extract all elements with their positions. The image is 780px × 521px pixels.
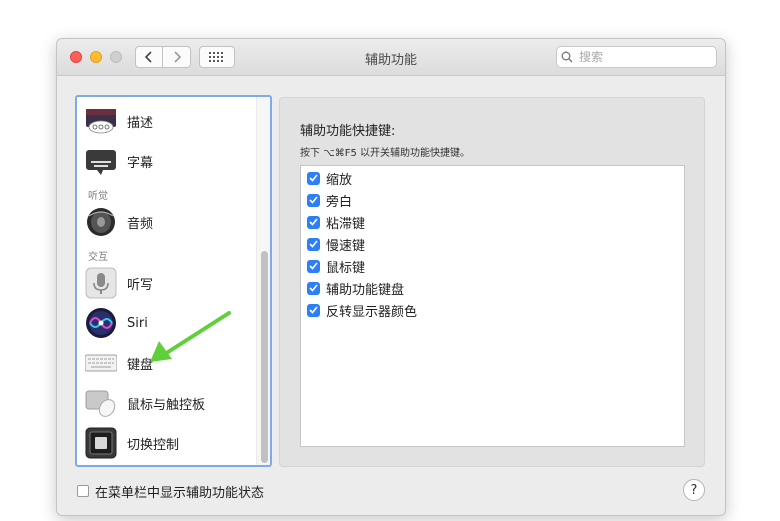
help-button[interactable]: ? (683, 479, 705, 501)
checkbox-checked[interactable] (307, 193, 320, 207)
shortcut-heading: 辅助功能快捷键: (300, 124, 396, 139)
sidebar-scrollbar[interactable] (256, 97, 270, 465)
sidebar-item-label: 字幕 (127, 155, 154, 171)
sidebar-item-label: 鼠标与触控板 (127, 397, 206, 413)
descriptions-icon (85, 105, 117, 137)
shortcut-zoom[interactable]: 缩放 (307, 169, 353, 188)
sidebar-item-captions[interactable]: 字幕 (85, 144, 153, 178)
checkbox-label: 反转显示器颜色 (326, 304, 418, 320)
sidebar-item-descriptions[interactable]: 描述 (85, 104, 153, 138)
mouse-trackpad-icon (85, 387, 117, 419)
checkbox-label: 辅助功能键盘 (326, 282, 405, 298)
sidebar-item-mouse-trackpad[interactable]: 鼠标与触控板 (85, 386, 205, 420)
checkbox-checked[interactable] (307, 259, 320, 273)
checkbox-label: 慢速键 (326, 238, 366, 254)
checkbox-checked[interactable] (307, 171, 320, 185)
show-status-in-menu-bar[interactable]: 在菜单栏中显示辅助功能状态 (77, 482, 265, 501)
shortcut-slow-keys[interactable]: 慢速键 (307, 235, 366, 254)
checkmark-icon (309, 240, 318, 248)
section-header-hearing: 听觉 (88, 191, 108, 202)
checkbox-label: 缩放 (326, 172, 353, 188)
microphone-icon (85, 267, 117, 299)
siri-icon (85, 307, 117, 339)
sidebar-item-label: Siri (127, 315, 148, 331)
shortcut-voiceover[interactable]: 旁白 (307, 191, 353, 210)
shortcut-accessibility-keyboard[interactable]: 辅助功能键盘 (307, 279, 405, 298)
sidebar-item-label: 键盘 (127, 357, 154, 373)
checkmark-icon (309, 196, 318, 204)
checkmark-icon (309, 306, 318, 314)
checkbox-label: 鼠标键 (326, 260, 366, 276)
switch-control-icon (85, 427, 117, 459)
keyboard-icon (85, 347, 117, 379)
checkbox-checked[interactable] (307, 215, 320, 229)
search-icon (561, 51, 573, 63)
sidebar-item-label: 音频 (127, 216, 154, 232)
checkbox-checked[interactable] (307, 281, 320, 295)
checkbox-label: 粘滞键 (326, 216, 366, 232)
section-header-interaction: 交互 (88, 252, 108, 263)
checkmark-icon (309, 218, 318, 226)
title-bar: 辅助功能 (57, 39, 725, 76)
sidebar-item-label: 听写 (127, 277, 154, 293)
checkbox-checked[interactable] (307, 303, 320, 317)
scrollbar-thumb[interactable] (261, 251, 268, 463)
shortcut-sticky-keys[interactable]: 粘滞键 (307, 213, 366, 232)
sidebar-item-dictation[interactable]: 听写 (85, 266, 153, 300)
checkbox-checked[interactable] (307, 237, 320, 251)
shortcut-checklist: 缩放 旁白 粘滞键 慢速键 鼠标键 辅助功能键盘 反转显示器颜色 (300, 165, 685, 447)
checkbox-label: 旁白 (326, 194, 353, 210)
checkmark-icon (309, 262, 318, 270)
checkmark-icon (309, 284, 318, 292)
search-input[interactable] (577, 49, 711, 65)
shortcut-hint: 按下 ⌥⌘F5 以开关辅助功能快捷键。 (300, 148, 470, 159)
sidebar-list: 描述 字幕 听觉 音频 交互 听写 Siri 键盘 鼠标与触控板 切换控制 (75, 95, 272, 467)
sidebar-item-siri[interactable]: Siri (85, 306, 148, 340)
checkbox-label: 在菜单栏中显示辅助功能状态 (95, 485, 265, 501)
shortcut-invert-colors[interactable]: 反转显示器颜色 (307, 301, 418, 320)
checkmark-icon (309, 174, 318, 182)
search-field[interactable] (556, 46, 717, 68)
preferences-window: 辅助功能 描述 (56, 38, 726, 516)
captions-icon (85, 145, 117, 177)
sidebar-item-switch-control[interactable]: 切换控制 (85, 426, 179, 460)
sidebar-item-label: 描述 (127, 115, 154, 131)
sidebar-item-audio[interactable]: 音频 (85, 205, 153, 239)
speaker-icon (85, 206, 117, 238)
sidebar-item-keyboard[interactable]: 键盘 (85, 346, 153, 380)
shortcut-mouse-keys[interactable]: 鼠标键 (307, 257, 366, 276)
shortcut-panel: 辅助功能快捷键: 按下 ⌥⌘F5 以开关辅助功能快捷键。 缩放 旁白 粘滞键 慢… (279, 97, 705, 467)
checkbox-unchecked[interactable] (77, 485, 89, 497)
sidebar-item-label: 切换控制 (127, 437, 180, 453)
